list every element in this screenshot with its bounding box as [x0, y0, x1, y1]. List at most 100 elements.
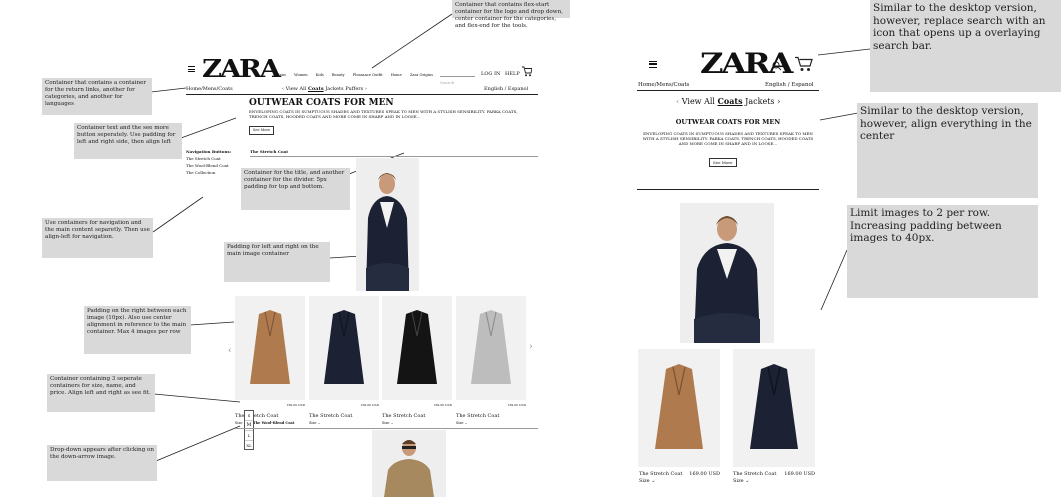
desktop-zara-logo[interactable]: ZARA	[202, 56, 281, 82]
size-dropdown[interactable]: Size ⌄	[456, 421, 526, 426]
chevron-left-icon[interactable]: ‹	[676, 97, 679, 106]
size-dropdown[interactable]: Size ⌄	[309, 421, 379, 426]
desktop-language-switch[interactable]: English / Espanol	[484, 86, 528, 92]
desktop-see-more-button[interactable]: See More	[249, 126, 275, 135]
chevron-down-icon[interactable]: ⌄	[651, 478, 655, 484]
annotation-dropdown: Drop-down appears after clicking on the …	[47, 445, 157, 481]
subnav-coats[interactable]: Coats	[718, 96, 743, 106]
product-name[interactable]: The Stretch Coat	[639, 471, 682, 477]
mobile-language-switch[interactable]: English / Espanol	[765, 82, 814, 88]
annotation-mobile-center: Similar to the desktop version, however,…	[857, 103, 1038, 198]
desktop-help-link[interactable]: HELP	[505, 71, 520, 77]
product-name[interactable]: The Stretch Coat	[456, 413, 499, 419]
chevron-right-icon[interactable]: ›	[365, 86, 367, 92]
nav-buttons-title: Navigation Buttons:	[186, 149, 232, 154]
size-dropdown[interactable]: Size ⌄	[733, 478, 815, 485]
size-dropdown-menu: S M L XL	[244, 410, 254, 450]
mobile-product-image-1[interactable]	[638, 349, 720, 467]
nav-button-stretch[interactable]: The Stretch Coat	[186, 156, 246, 161]
chevron-down-icon[interactable]: ⌄	[745, 478, 749, 484]
mobile-see-more-button[interactable]: See More	[709, 158, 737, 167]
desktop-nav-buttons: Navigation Buttons: The Stretch Coat The…	[186, 149, 246, 175]
nav-zara-origins[interactable]: Zara Origins	[410, 73, 433, 77]
product-name[interactable]: The Stretch Coat	[382, 413, 425, 419]
desktop-main-image[interactable]	[356, 158, 419, 291]
desktop-header-divider	[186, 94, 538, 95]
mobile-product-info-2: The Stretch Coat 169.00 USD Size ⌄	[733, 471, 815, 485]
annotation-mobile-header: Similar to the desktop version, however,…	[870, 0, 1061, 92]
desktop-product-info-2: The Stretch Coat 169.00 USD Size ⌄	[309, 402, 379, 426]
subnav-view-all[interactable]: View All	[286, 86, 307, 92]
desktop-product-image-4[interactable]	[456, 296, 526, 400]
subnav-coats[interactable]: Coats	[308, 86, 324, 92]
product-price: 169.00 USD	[784, 471, 815, 477]
desktop-search-input[interactable]: Search	[440, 69, 475, 85]
desktop-breadcrumb[interactable]: Home/Mens/Coats	[186, 86, 233, 92]
subnav-jackets[interactable]: Jackets	[745, 97, 774, 106]
desktop-product-info-4: The Stretch Coat 169.00 USD Size ⌄	[456, 402, 526, 426]
mobile-product-image-2[interactable]	[733, 349, 815, 467]
product-name[interactable]: The Stretch Coat	[235, 413, 278, 419]
product-price: 169.00 USD	[507, 403, 526, 407]
annotation-product-info: Container containing 3 seperate containe…	[47, 374, 155, 412]
nav-mens[interactable]: Mens	[276, 73, 286, 77]
nav-pleasance[interactable]: Pleasance Outfit	[353, 73, 383, 77]
mobile-breadcrumb[interactable]: Home/Mens/Coats	[638, 82, 689, 88]
desktop-product-image-1[interactable]	[235, 296, 305, 400]
size-dropdown[interactable]: Size ⌄	[639, 478, 720, 485]
search-icon[interactable]	[772, 61, 782, 71]
chevron-right-icon[interactable]: ›	[777, 97, 780, 106]
nav-women[interactable]: Women	[294, 73, 307, 77]
product-price: 169.00 USD	[286, 403, 305, 407]
desktop-cart-icon[interactable]	[522, 66, 532, 77]
subnav-puffers[interactable]: Puffers	[345, 86, 363, 92]
product-price: 169.00 USD	[689, 471, 720, 477]
nav-button-wool-blend[interactable]: The Wool-Blend Coat	[186, 163, 246, 168]
desktop-second-divider	[235, 428, 538, 429]
mobile-page-title: OUTWEAR COATS FOR MEN	[675, 118, 781, 126]
size-dropdown[interactable]: Size ⌄	[382, 421, 452, 426]
subnav-view-all[interactable]: View All	[682, 97, 715, 106]
annotation-see-more: Container text and the see more button s…	[74, 123, 182, 159]
chevron-left-icon[interactable]: ‹	[228, 346, 232, 356]
subnav-jackets[interactable]: Jackets	[325, 86, 343, 92]
mobile-menu-icon[interactable]	[649, 61, 657, 68]
desktop-product-image-3[interactable]	[382, 296, 452, 400]
chevron-right-icon[interactable]: ›	[529, 342, 533, 352]
product-name[interactable]: The Stretch Coat	[733, 471, 776, 477]
desktop-product-info-3: The Stretch Coat 169.00 USD Size ⌄	[382, 402, 452, 426]
chevron-left-icon[interactable]: ‹	[282, 86, 284, 92]
annotation-top: Container that contains flex-start conta…	[452, 0, 570, 29]
chevron-down-icon[interactable]: ⌄	[465, 421, 468, 425]
chevron-down-icon[interactable]: ⌄	[391, 421, 394, 425]
mobile-description: ENVELOPING COATS IN SUMPTUOUS SHADES AND…	[642, 131, 814, 146]
desktop-login-link[interactable]: LOG IN	[481, 71, 500, 77]
size-option-m[interactable]: M	[245, 421, 253, 431]
desktop-subnav: ‹ View All Coats Jackets Puffers ›	[282, 86, 367, 92]
annotation-main-image: Padding for left and right on the main i…	[224, 242, 330, 282]
product-name[interactable]: The Stretch Coat	[309, 413, 352, 419]
mobile-header-divider	[637, 90, 819, 91]
desktop-section-divider	[250, 156, 538, 157]
desktop-second-main-image[interactable]	[372, 430, 446, 497]
size-option-l[interactable]: L	[245, 431, 253, 441]
nav-kids[interactable]: Kids	[316, 73, 324, 77]
cart-icon[interactable]	[795, 56, 813, 72]
desktop-product-image-2[interactable]	[309, 296, 379, 400]
annotation-title-divider: Container for the title, and another con…	[241, 168, 350, 210]
annotation-row-padding: Padding on the right between each image …	[84, 306, 191, 354]
desktop-menu-icon[interactable]	[188, 66, 195, 72]
mobile-main-image[interactable]	[680, 203, 774, 343]
nav-button-collection[interactable]: The Collection	[186, 170, 246, 175]
nav-beauty[interactable]: Beauty	[332, 73, 345, 77]
annotation-navigation: Use containers for navigation and the ma…	[42, 218, 153, 258]
size-option-xl[interactable]: XL	[245, 441, 253, 450]
nav-home[interactable]: Home	[391, 73, 402, 77]
product-price: 169.00 USD	[433, 403, 452, 407]
mobile-product-info-1: The Stretch Coat 169.00 USD Size ⌄	[639, 471, 720, 485]
annotation-mobile-grid: Limit images to 2 per row. Increasing pa…	[847, 205, 1038, 298]
desktop-description: ENVELOPING COATS IN SUMPTUOUS SHADES AND…	[249, 109, 518, 119]
desktop-second-section-title: The Wool-Blend Coat	[253, 421, 295, 425]
chevron-down-icon[interactable]: ⌄	[318, 421, 321, 425]
size-option-s[interactable]: S	[245, 411, 253, 421]
